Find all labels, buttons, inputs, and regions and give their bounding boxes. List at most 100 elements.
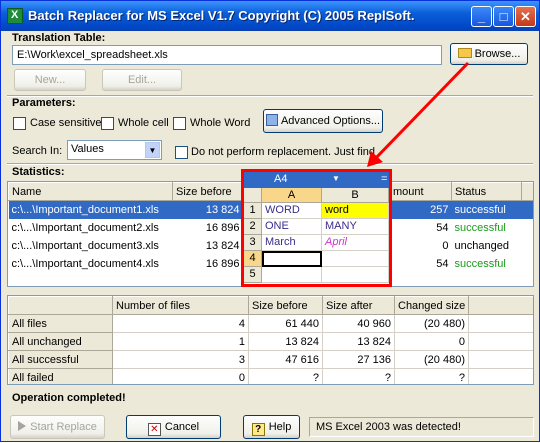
whole-cell-checkbox[interactable] [101, 117, 114, 130]
main-window: Batch Replacer for MS Excel V1.7 Copyrig… [0, 0, 540, 442]
folder-icon [457, 48, 472, 58]
filler-cell [468, 314, 533, 333]
name-box-dropdown-icon[interactable]: ▼ [332, 174, 340, 183]
advanced-options-button[interactable]: Advanced Options... [263, 109, 383, 133]
row-header[interactable]: 4 [244, 251, 262, 267]
window-title: Batch Replacer for MS Excel V1.7 Copyrig… [28, 8, 415, 23]
column-header-name[interactable]: Name [8, 182, 173, 201]
options-icon [265, 114, 278, 126]
statistics-label: Statistics: [12, 166, 65, 178]
cell-a5[interactable] [262, 267, 322, 283]
filler-cell [468, 332, 533, 351]
translation-table-path-field[interactable]: E:\Work\excel_spreadsheet.xls [12, 45, 442, 65]
cancel-label: Cancel [164, 421, 200, 433]
summary-files: 1 [112, 332, 249, 351]
row-header[interactable]: 1 [244, 203, 262, 219]
cell-b2[interactable]: MANY [322, 219, 389, 235]
cell-a3[interactable]: March [262, 235, 322, 251]
browse-button[interactable]: Browse... [450, 43, 528, 65]
case-sensitive-label[interactable]: Case sensitive [30, 117, 102, 129]
cell-b3[interactable]: April [322, 235, 389, 251]
case-sensitive-checkbox[interactable] [13, 117, 26, 130]
separator [7, 163, 533, 165]
summary-after: 13 824 [322, 332, 395, 351]
status-text: successful [454, 221, 506, 234]
status-text: successful [451, 200, 522, 219]
start-replace-label: Start Replace [30, 421, 97, 433]
cancel-button[interactable]: ✕ Cancel [126, 415, 221, 439]
file-size: 16 896 [205, 257, 240, 270]
summary-changed: (20 480) [394, 314, 469, 333]
file-size: 13 824 [172, 200, 243, 219]
excel-preview-overlay: A4 ▼ = A B 1 WORD word 2 ONE MANY 3 Marc… [241, 169, 392, 287]
row-header[interactable]: 3 [244, 235, 262, 251]
close-button[interactable]: ✕ [515, 6, 536, 27]
new-button[interactable]: New... [14, 69, 86, 91]
column-header-size-before[interactable]: Size before [172, 182, 243, 201]
search-in-value: Values [71, 143, 104, 155]
summary-changed: (20 480) [394, 350, 469, 369]
advanced-options-label: Advanced Options... [280, 115, 381, 127]
column-header-size-after[interactable]: Size after [322, 296, 395, 315]
replace-amount: 54 [436, 257, 449, 270]
bottom-bar: Start Replace ✕ Cancel ? Help MS Excel 200… [1, 409, 539, 441]
cell-b1[interactable]: word [322, 203, 389, 219]
excel-detected-text: MS Excel 2003 was detected! [316, 421, 461, 433]
select-all-corner[interactable] [244, 188, 262, 203]
maximize-button[interactable]: □ [493, 6, 514, 27]
column-header-number-of-files[interactable]: Number of files [112, 296, 249, 315]
column-header-filler [468, 296, 533, 315]
row-header[interactable]: 5 [244, 267, 262, 283]
file-name: c:\...\Important_document1.xls [8, 200, 173, 219]
no-replace-label[interactable]: Do not perform replacement. Just find [191, 146, 375, 158]
column-header-size-before[interactable]: Size before [248, 296, 323, 315]
cell-b5[interactable] [322, 267, 389, 283]
minimize-button[interactable]: _ [471, 6, 492, 27]
translation-table-label: Translation Table: [12, 32, 106, 44]
browse-button-label: Browse... [474, 48, 521, 60]
dropdown-arrow-icon[interactable]: ▼ [145, 142, 160, 158]
play-icon [18, 421, 27, 431]
row-header[interactable]: 2 [244, 219, 262, 235]
help-button[interactable]: ? Help [243, 415, 300, 439]
file-name: c:\...\Important_document4.xls [11, 257, 159, 270]
file-name: c:\...\Important_document3.xls [11, 239, 159, 252]
title-bar[interactable]: Batch Replacer for MS Excel V1.7 Copyrig… [1, 1, 539, 31]
summary-row: All failed 0 ? ? ? [8, 368, 533, 384]
column-header-a[interactable]: A [262, 188, 322, 203]
edit-button[interactable]: Edit... [102, 69, 182, 91]
search-in-select[interactable]: Values ▼ [67, 140, 162, 160]
filler-cell [468, 368, 533, 384]
filler-cell [522, 219, 534, 237]
name-box-value: A4 [274, 173, 288, 185]
filler-cell [521, 200, 533, 219]
cell-a2[interactable]: ONE [262, 219, 322, 235]
column-header-amount[interactable]: mount [389, 182, 452, 201]
cell-b4[interactable] [322, 251, 389, 267]
summary-row-label: All unchanged [8, 332, 113, 351]
start-replace-button[interactable]: Start Replace [10, 415, 105, 439]
cancel-icon: ✕ [147, 423, 161, 436]
whole-word-checkbox[interactable] [173, 117, 186, 130]
whole-word-label[interactable]: Whole Word [190, 117, 250, 129]
replace-amount: 54 [436, 221, 449, 234]
replace-amount: 257 [389, 200, 452, 219]
cell-a1[interactable]: WORD [262, 203, 322, 219]
column-header-changed-size[interactable]: Changed size [394, 296, 469, 315]
summary-before: 47 616 [248, 350, 323, 369]
status-panel: MS Excel 2003 was detected! [309, 417, 534, 437]
parameters-label: Parameters: [12, 97, 76, 109]
summary-row: All unchanged 1 13 824 13 824 0 [8, 332, 533, 351]
whole-cell-label[interactable]: Whole cell [118, 117, 169, 129]
no-replace-checkbox[interactable] [175, 146, 188, 159]
summary-before: ? [248, 368, 323, 384]
column-header-b[interactable]: B [322, 188, 389, 203]
excel-app-icon [7, 8, 23, 24]
cell-a4-active[interactable] [262, 251, 322, 267]
summary-table[interactable]: Number of files Size before Size after C… [7, 295, 534, 385]
column-header-status[interactable]: Status [451, 182, 522, 201]
excel-name-box[interactable]: A4 ▼ = [244, 172, 389, 188]
filler-cell [468, 350, 533, 369]
formula-icon: = [381, 173, 388, 185]
summary-after: 27 136 [322, 350, 395, 369]
